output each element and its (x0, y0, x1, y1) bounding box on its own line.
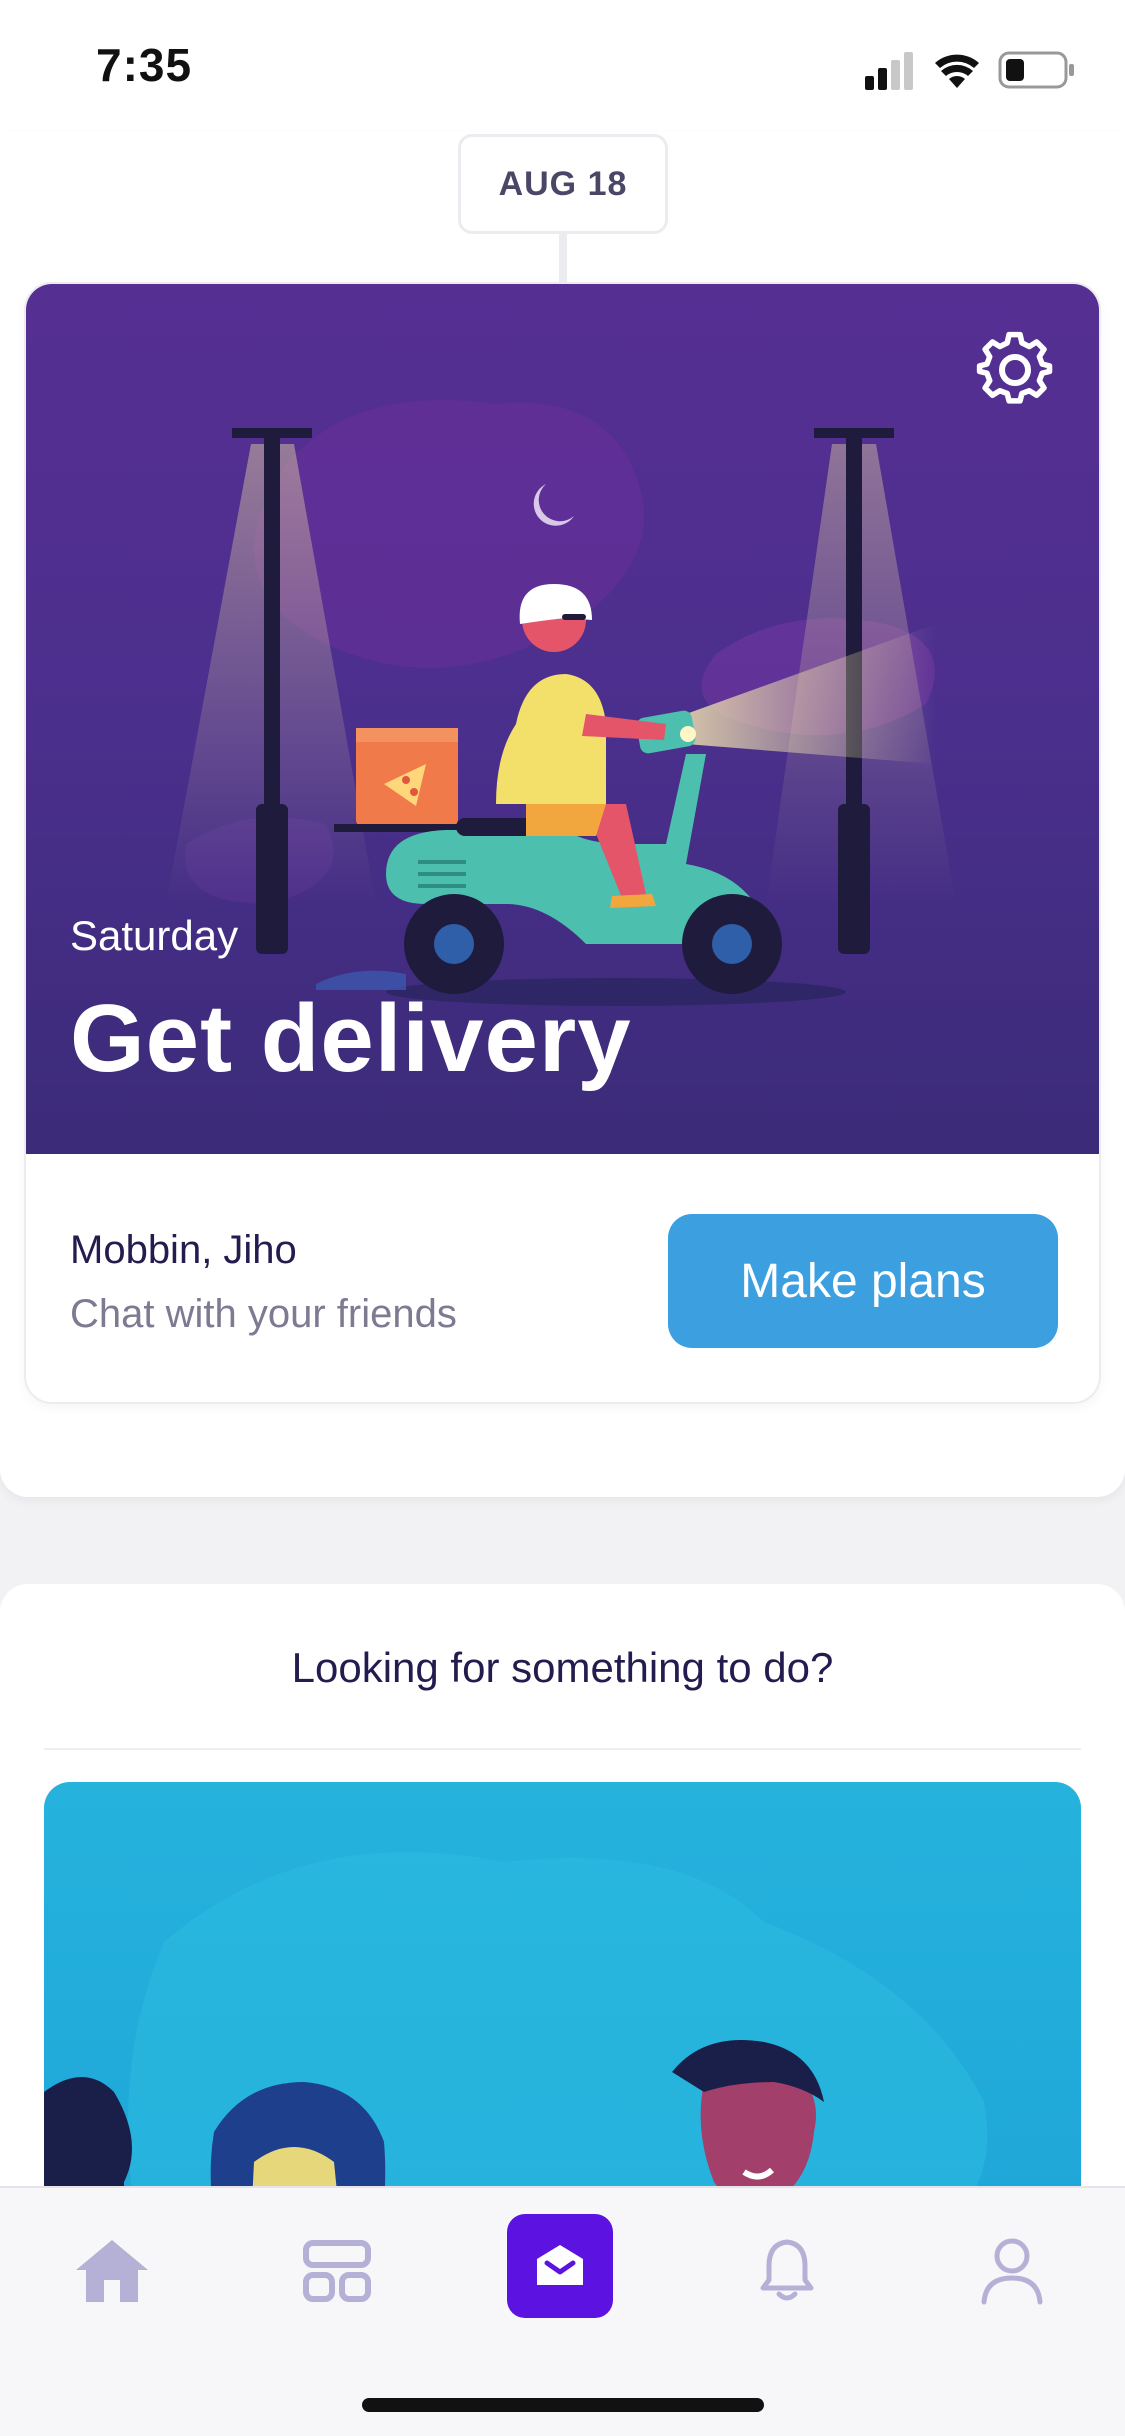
status-icons (865, 51, 1074, 90)
plan-day: Saturday (70, 912, 239, 959)
plan-hero[interactable]: Saturday Get delivery (26, 284, 1099, 1154)
plan-participants: Mobbin, Jiho (70, 1228, 297, 1272)
divider (44, 1748, 1081, 1750)
tab-plans[interactable] (282, 2216, 392, 2326)
person-icon (981, 2238, 1043, 2305)
tab-bar (0, 2186, 1125, 2436)
suggestions-heading: Looking for something to do? (291, 1644, 834, 1691)
cellular-signal-icon (865, 52, 913, 90)
tab-profile[interactable] (957, 2216, 1067, 2326)
date-pill: AUG 18 (458, 134, 668, 234)
timeline-connector (559, 234, 567, 282)
tab-notifications[interactable] (732, 2216, 842, 2326)
envelope-icon (537, 2245, 583, 2285)
tab-home[interactable] (57, 2216, 167, 2326)
plan-card[interactable]: Saturday Get delivery Mobbin, Jiho Chat … (24, 282, 1101, 1404)
plan-card-footer: Mobbin, Jiho Chat with your friends Make… (26, 1154, 1099, 1402)
wifi-icon (935, 54, 979, 88)
plan-chat-subtitle: Chat with your friends (70, 1292, 457, 1336)
status-time: 7:35 (96, 39, 193, 91)
plan-title: Get delivery (70, 985, 632, 1092)
home-icon (76, 2240, 148, 2302)
make-plans-button[interactable]: Make plans (668, 1214, 1058, 1348)
gear-icon[interactable] (975, 330, 1055, 410)
tab-inbox[interactable] (507, 2214, 613, 2318)
bell-icon (760, 2239, 814, 2301)
battery-icon (998, 51, 1074, 89)
status-bar: 7:35 (0, 0, 1125, 132)
grid-icon (303, 2240, 371, 2302)
home-indicator (362, 2398, 764, 2412)
